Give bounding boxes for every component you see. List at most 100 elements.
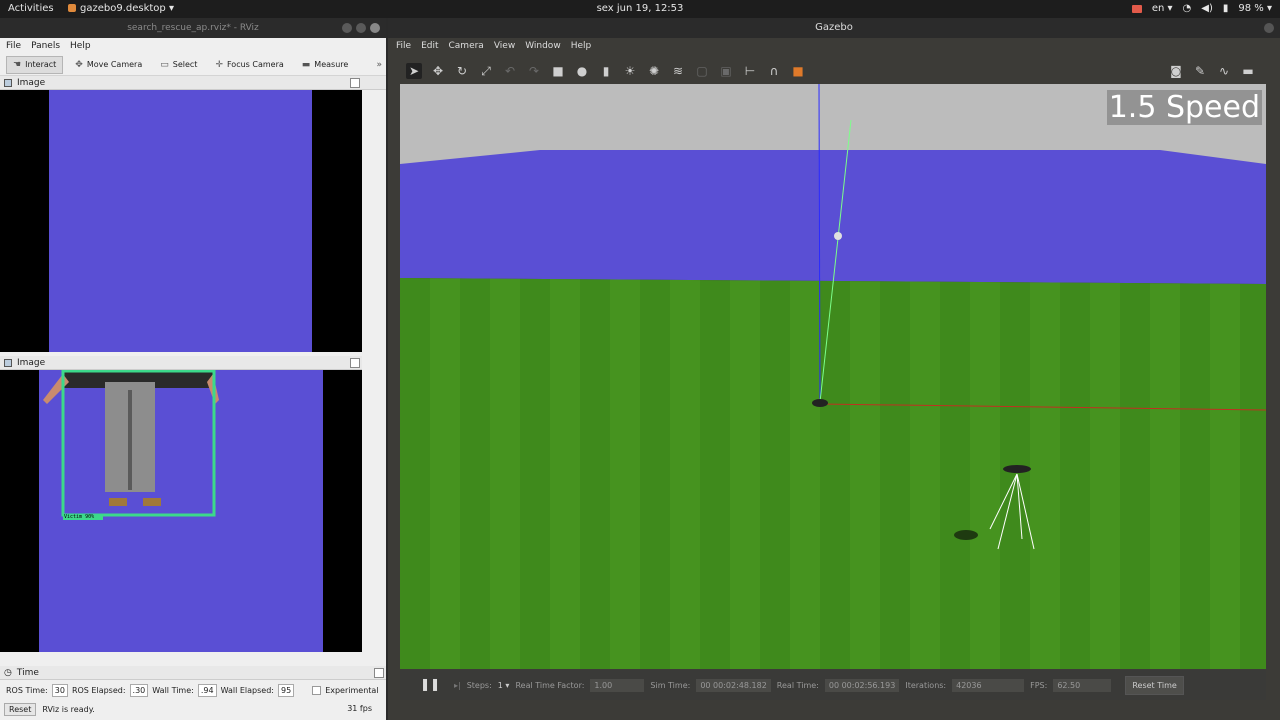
ros-elapsed-label: ROS Elapsed:: [71, 685, 126, 695]
tool-select[interactable]: ▭ Select: [154, 56, 203, 74]
fps-field: 62.50: [1053, 678, 1112, 692]
image-view-2[interactable]: Victim 90%: [0, 369, 362, 652]
scale-icon[interactable]: ⤢: [478, 63, 494, 79]
directional-light-icon[interactable]: ≋: [670, 63, 686, 79]
reset-button[interactable]: Reset: [4, 702, 37, 716]
snap-icon[interactable]: ∩: [766, 63, 782, 79]
ruler-icon: ▬: [301, 59, 311, 70]
wall-time-field[interactable]: .94: [197, 683, 217, 697]
log-icon[interactable]: ✎: [1192, 63, 1208, 79]
panel-float-button[interactable]: [350, 358, 360, 368]
rotate-icon[interactable]: ↻: [454, 63, 470, 79]
battery-icon[interactable]: ▮: [1223, 3, 1229, 14]
select-arrow-icon[interactable]: ➤: [406, 63, 422, 79]
menu-view[interactable]: View: [494, 41, 515, 51]
image-panel-1-header[interactable]: Image: [0, 76, 386, 90]
record-icon[interactable]: [1131, 4, 1142, 13]
ros-time-field[interactable]: 30: [51, 683, 68, 697]
point-light-icon[interactable]: ☀: [622, 63, 638, 79]
focus-icon: ✛: [215, 59, 223, 70]
tool-interact-label: Interact: [25, 60, 57, 69]
hand-icon: ☚: [13, 59, 22, 70]
cylinder-shape-icon[interactable]: ▮: [598, 63, 614, 79]
menu-edit[interactable]: Edit: [421, 41, 438, 51]
image-panel-icon: [4, 358, 12, 367]
tool-interact[interactable]: ☚ Interact: [6, 55, 64, 74]
sphere-shape-icon[interactable]: ●: [574, 63, 590, 79]
tool-move-camera-label: Move Camera: [86, 60, 143, 69]
close-icon[interactable]: [1264, 23, 1274, 33]
volume-icon[interactable]: ◀): [1201, 3, 1213, 14]
gazebo-menubar: File Edit Camera View Window Help: [388, 38, 1280, 54]
experimental-label: Experimental: [325, 685, 379, 695]
menu-window[interactable]: Window: [525, 41, 561, 51]
gazebo-window: Gazebo File Edit Camera View Window Help…: [388, 18, 1280, 720]
wall-time-label: Wall Time:: [152, 685, 194, 695]
image-view-1[interactable]: [0, 90, 362, 352]
paste-icon[interactable]: ▣: [718, 63, 734, 79]
menu-panels[interactable]: Panels: [31, 41, 60, 51]
clock[interactable]: sex jun 19, 12:53: [0, 3, 1280, 14]
menu-file[interactable]: File: [396, 41, 411, 51]
system-topbar: Activities gazebo9.desktop ▾ sex jun 19,…: [0, 0, 1280, 18]
real-time-label: Real Time:: [776, 680, 819, 690]
time-row: ROS Time: 30 ROS Elapsed: .30 Wall Time: .9…: [0, 680, 386, 700]
select-icon: ▭: [160, 59, 169, 70]
copy-icon[interactable]: ▢: [694, 63, 710, 79]
menu-camera[interactable]: Camera: [449, 41, 484, 51]
toolbar-overflow-icon[interactable]: »: [376, 60, 382, 70]
camera-image-2: Victim 90%: [39, 369, 323, 652]
image-panel-2-header[interactable]: Image: [0, 356, 362, 370]
spot-light-icon[interactable]: ✺: [646, 63, 662, 79]
rtf-label: Real Time Factor:: [515, 680, 585, 690]
language-menu[interactable]: en ▾: [1152, 3, 1173, 14]
gazebo-toolbar: ➤ ✥ ↻ ⤢ ↶ ↷ ■ ● ▮ ☀ ✺ ≋ ▢ ▣ ⊢ ∩ ■ ◙ ✎ ∿ …: [400, 58, 1266, 84]
panel-splitter[interactable]: [362, 94, 386, 662]
scene-render: [400, 84, 1266, 669]
redo-icon[interactable]: ↷: [526, 63, 542, 79]
move-icon: ✥: [75, 59, 83, 70]
menu-help[interactable]: Help: [571, 41, 592, 51]
iterations-field: 42036: [952, 678, 1025, 692]
rviz-toolbar: ☚ Interact ✥ Move Camera ▭ Select ✛ Focus Ca…: [0, 54, 386, 76]
step-icon[interactable]: ▸|: [454, 681, 461, 690]
drone-3-shadow: [954, 530, 978, 540]
steps-select[interactable]: 1 ▾: [498, 681, 510, 690]
status-bar: Reset RViz is ready. 31 fps: [0, 700, 386, 718]
fps-readout: 31 fps: [347, 704, 372, 713]
tool-focus-camera[interactable]: ✛ Focus Camera: [209, 56, 289, 74]
sim-time-field: 00 00:02:48.182: [696, 678, 771, 692]
reset-time-button[interactable]: Reset Time: [1125, 675, 1184, 695]
wifi-icon[interactable]: ◔: [1183, 3, 1192, 14]
3d-scene-view[interactable]: 1.5 Speed: [400, 84, 1266, 669]
tool-move-camera[interactable]: ✥ Move Camera: [69, 56, 148, 74]
time-panel-header[interactable]: ◷ Time: [0, 666, 386, 680]
camera-image-1: [49, 90, 312, 352]
align-icon[interactable]: ⊢: [742, 63, 758, 79]
undo-icon[interactable]: ↶: [502, 63, 518, 79]
experimental-checkbox[interactable]: [312, 685, 322, 695]
menu-help[interactable]: Help: [70, 41, 91, 51]
tool-measure-label: Measure: [314, 60, 349, 69]
video-record-icon[interactable]: ▬: [1240, 63, 1256, 79]
change-view-icon[interactable]: ■: [790, 63, 806, 79]
menu-file[interactable]: File: [6, 41, 21, 51]
wall-elapsed-field[interactable]: 95: [278, 683, 295, 697]
box-shape-icon[interactable]: ■: [550, 63, 566, 79]
battery-label[interactable]: 98 % ▾: [1238, 3, 1272, 14]
drone-origin: [812, 399, 828, 407]
tool-focus-camera-label: Focus Camera: [226, 60, 284, 69]
minimize-icon[interactable]: [342, 23, 352, 33]
pause-icon[interactable]: ❚❚: [420, 677, 440, 691]
close-icon[interactable]: [370, 23, 380, 33]
translate-icon[interactable]: ✥: [430, 63, 446, 79]
tool-measure[interactable]: ▬ Measure: [296, 56, 355, 74]
image-panel-2-title: Image: [17, 357, 46, 368]
maximize-icon[interactable]: [356, 23, 366, 33]
panel-float-button[interactable]: [350, 78, 360, 88]
screenshot-icon[interactable]: ◙: [1168, 63, 1184, 79]
ros-elapsed-field[interactable]: .30: [129, 683, 149, 697]
panel-float-button[interactable]: [374, 668, 384, 678]
plot-icon[interactable]: ∿: [1216, 63, 1232, 79]
iterations-label: Iterations:: [905, 680, 947, 690]
